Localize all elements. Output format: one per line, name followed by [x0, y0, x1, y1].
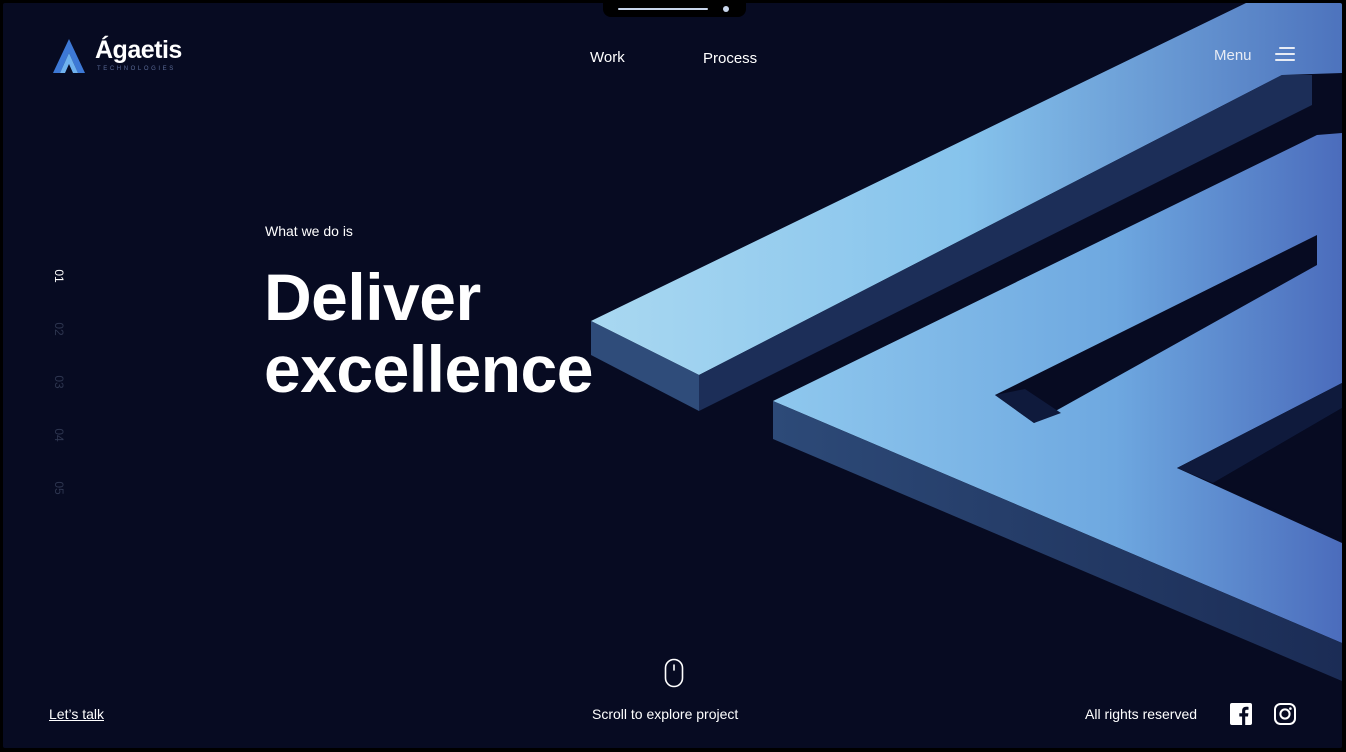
- headline-line-2: excellence: [264, 332, 593, 406]
- notch-bar: [618, 8, 708, 10]
- triangle-a-logo-icon: [53, 39, 85, 73]
- lets-talk-link[interactable]: Let’s talk: [49, 706, 104, 722]
- scroll-hint: Scroll to explore project: [592, 706, 739, 722]
- instagram-icon[interactable]: [1273, 702, 1297, 726]
- hero-headline: Deliver excellence: [264, 261, 593, 405]
- mouse-scroll-icon: [664, 658, 684, 688]
- hero-eyebrow: What we do is: [265, 223, 353, 239]
- pager-item-05[interactable]: 05: [52, 476, 66, 500]
- hamburger-menu-icon[interactable]: [1275, 46, 1297, 62]
- headline-line-1: Deliver: [264, 260, 481, 334]
- browser-notch: [603, 3, 746, 17]
- brand-name: Ágaetis: [95, 36, 182, 64]
- page-frame: Ágaetis TECHNOLOGIES Work Process Menu 0…: [3, 3, 1342, 748]
- facebook-icon[interactable]: [1230, 703, 1252, 725]
- notch-dot: [723, 6, 729, 12]
- nav-work-link[interactable]: Work: [590, 49, 625, 66]
- pager-item-02[interactable]: 02: [52, 317, 66, 341]
- brand-text: Ágaetis TECHNOLOGIES: [95, 36, 182, 73]
- pager-item-04[interactable]: 04: [52, 423, 66, 447]
- brand-tagline: TECHNOLOGIES: [97, 66, 176, 72]
- hero-3d-shape: [591, 3, 1342, 681]
- brand-logo[interactable]: Ágaetis TECHNOLOGIES: [51, 33, 182, 77]
- menu-label[interactable]: Menu: [1214, 47, 1252, 64]
- pager-item-03[interactable]: 03: [52, 370, 66, 394]
- nav-process-link[interactable]: Process: [703, 50, 757, 67]
- rights-text: All rights reserved: [1085, 706, 1198, 722]
- pager-item-01[interactable]: 01: [52, 264, 66, 288]
